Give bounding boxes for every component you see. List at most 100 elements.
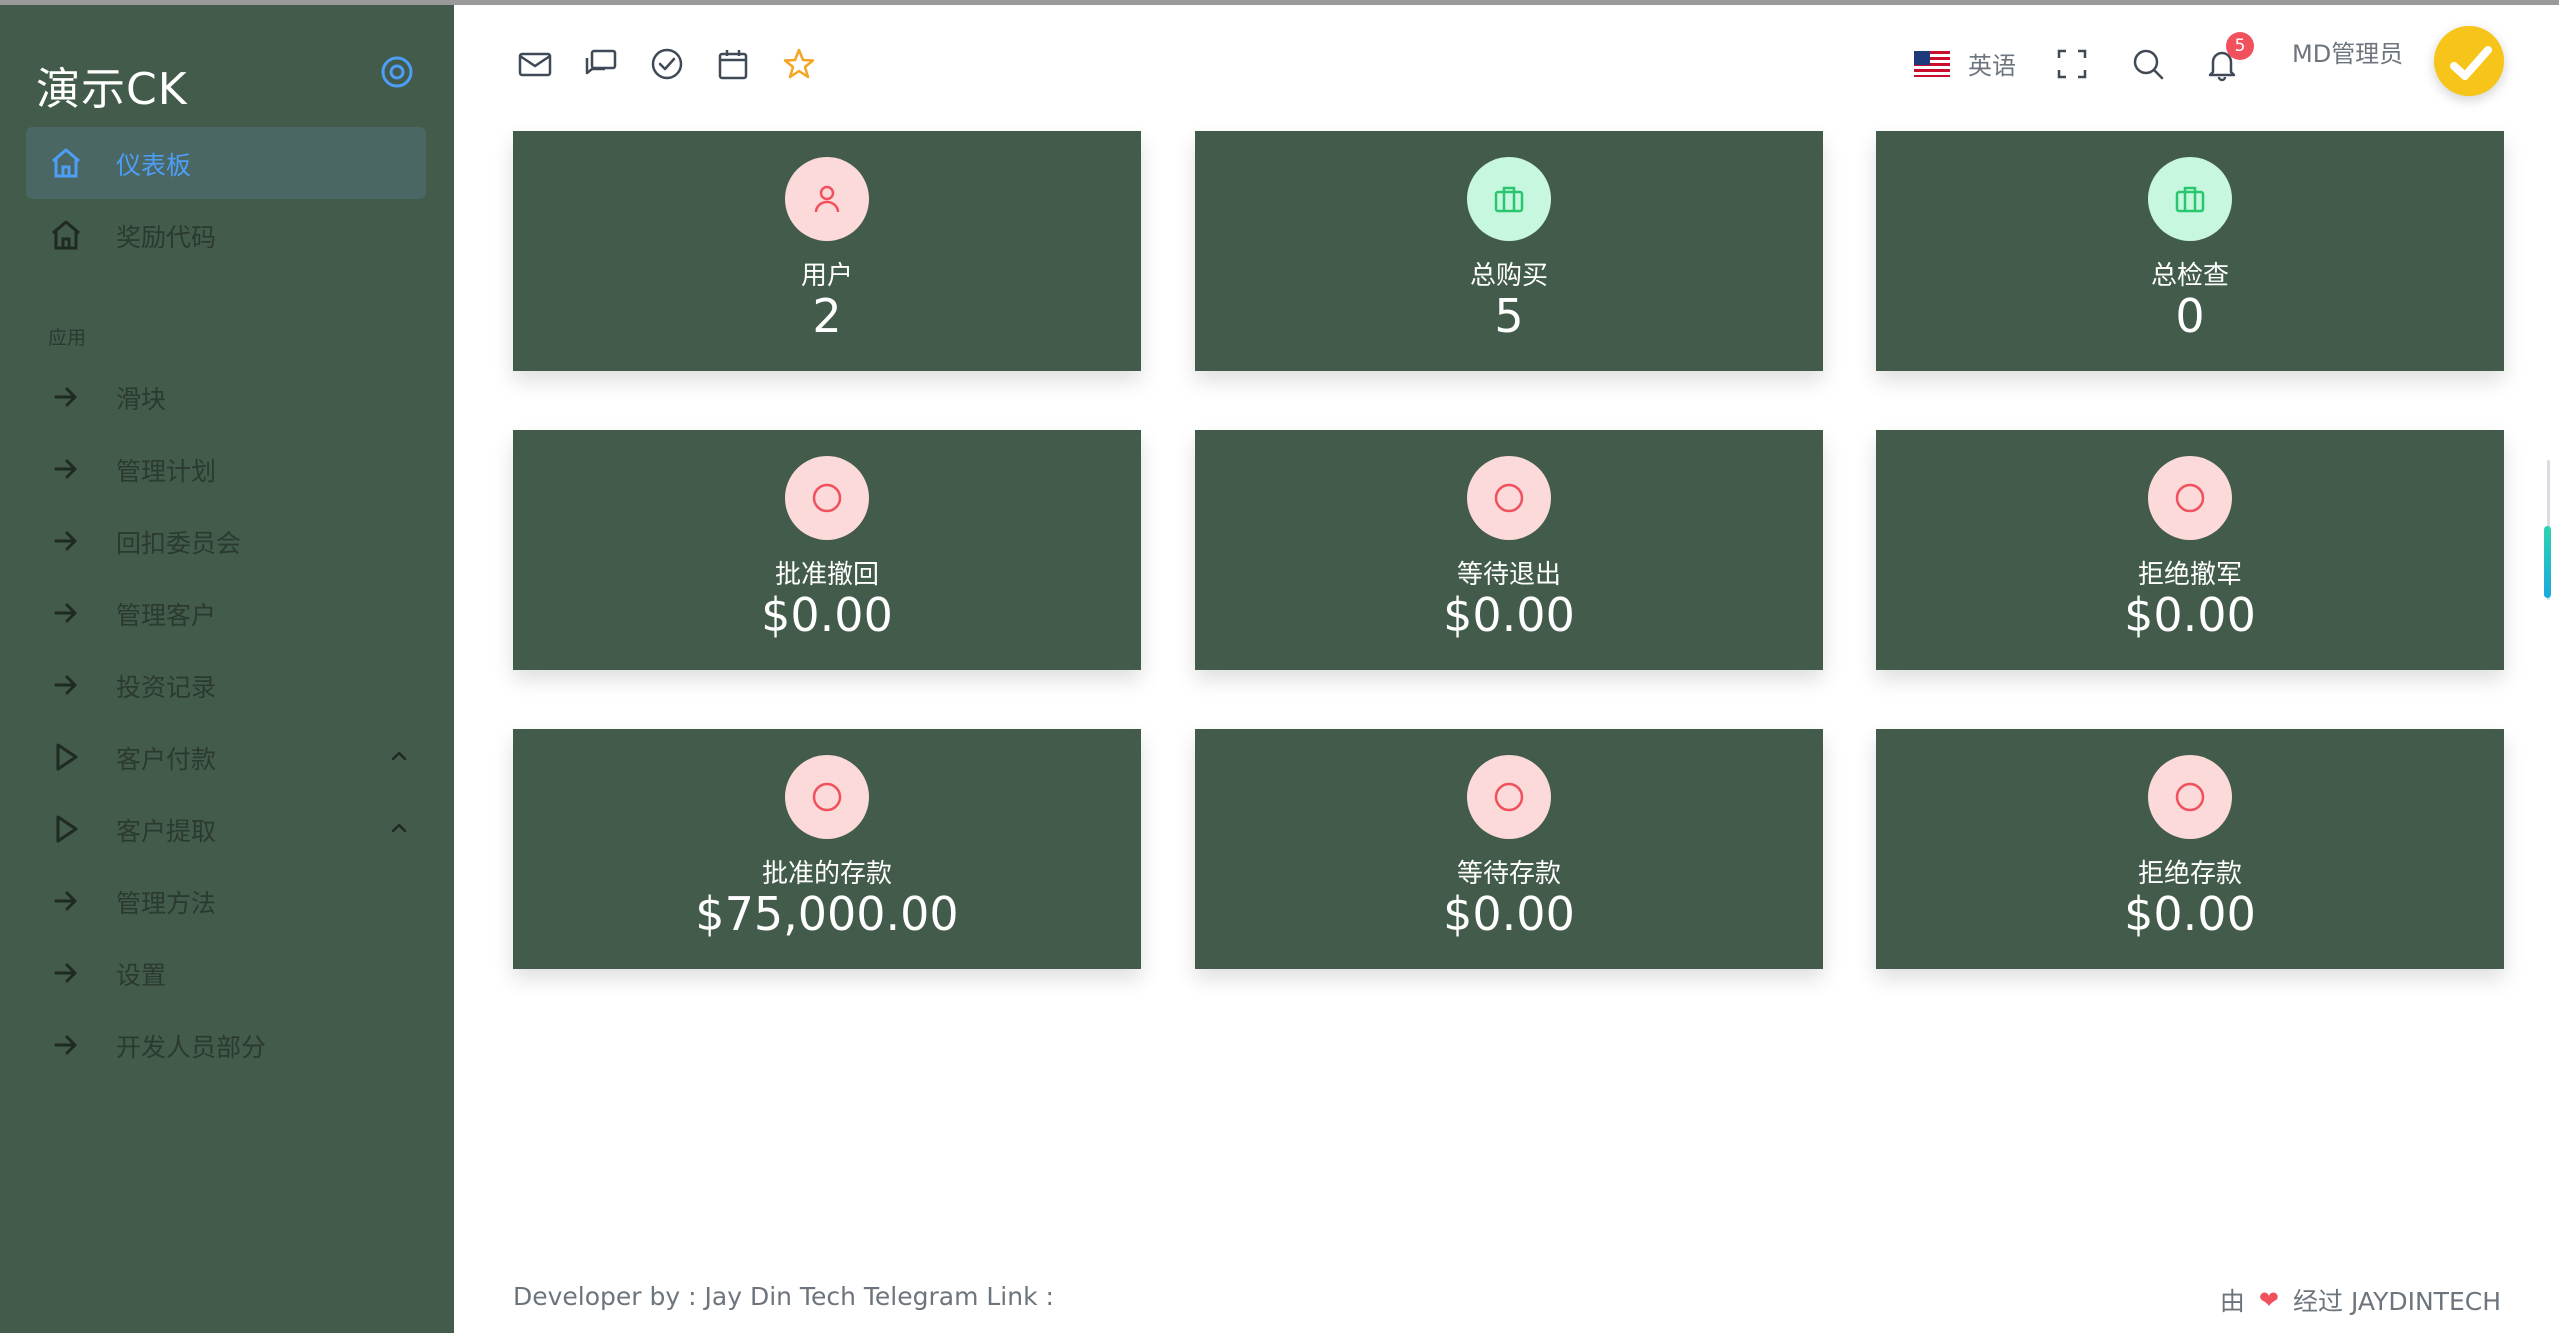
card-icon-circle [785, 755, 869, 839]
arrow-right-icon [54, 1035, 77, 1055]
sidebar-item-settings[interactable]: 设置 [26, 937, 426, 1009]
card-icon-circle [1467, 755, 1551, 839]
stat-card-pending-deposits[interactable]: 等待存款 $0.00 [1195, 729, 1823, 969]
card-icon-circle [1467, 157, 1551, 241]
play-icon [56, 743, 78, 771]
card-title: 等待退出 [1456, 560, 1561, 590]
circle-icon [812, 483, 842, 513]
card-value: $0.00 [2124, 588, 2256, 642]
sidebar-item-slider[interactable]: 滑块 [26, 361, 426, 433]
user-icon [814, 185, 840, 213]
card-title: 拒绝撤军 [2137, 560, 2242, 590]
stat-card-users[interactable]: 用户 2 [513, 131, 1141, 371]
card-icon-circle [785, 157, 869, 241]
stat-card-rejected-withdrawals[interactable]: 拒绝撤军 $0.00 [1876, 430, 2504, 670]
scrollbar-thumb[interactable] [2544, 526, 2551, 598]
user-name[interactable]: MD管理员 [2292, 34, 2403, 69]
sidebar-item-label: 管理计划 [116, 457, 217, 486]
sidebar-item-label: 奖励代码 [116, 223, 217, 252]
footer-suffix: 经过 JAYDINTECH [2293, 1287, 2501, 1316]
language-selector[interactable]: 英语 [1914, 46, 2016, 81]
card-title: 批准的存款 [761, 859, 892, 889]
card-value: 2 [812, 289, 842, 343]
card-icon-circle [1467, 456, 1551, 540]
arrow-right-icon [54, 531, 77, 551]
arrow-right-icon [54, 675, 77, 695]
arrow-right-icon [54, 891, 77, 911]
card-value: $0.00 [2124, 887, 2256, 941]
search-icon[interactable] [2130, 46, 2166, 82]
mail-icon[interactable] [517, 46, 553, 82]
card-title: 拒绝存款 [2137, 859, 2242, 889]
sidebar-item-label: 客户提取 [116, 817, 217, 846]
sidebar-item-rebate-committee[interactable]: 回扣委员会 [26, 505, 426, 577]
stat-card-approved-withdrawals[interactable]: 批准撤回 $0.00 [513, 430, 1141, 670]
sidebar-section-label: 应用 [48, 327, 87, 349]
sidebar-item-label: 仪表板 [116, 151, 192, 180]
briefcase-icon [1494, 186, 1524, 213]
calendar-icon[interactable] [715, 46, 751, 82]
sidebar-item-label: 回扣委员会 [116, 529, 242, 558]
sidebar-item-label: 客户付款 [116, 745, 217, 774]
star-icon[interactable] [781, 46, 817, 82]
card-title: 总购买 [1469, 261, 1548, 291]
sidebar-item-label: 管理客户 [116, 601, 217, 630]
footer-prefix: 由 [2219, 1287, 2245, 1316]
card-icon-circle [2148, 157, 2232, 241]
sidebar-item-label: 开发人员部分 [116, 1033, 267, 1062]
card-title: 批准撤回 [774, 560, 879, 590]
footer-developer-credit: Developer by : Jay Din Tech Telegram Lin… [513, 1282, 1054, 1311]
sidebar-item-manage-methods[interactable]: 管理方法 [26, 865, 426, 937]
arrow-right-icon [54, 963, 77, 983]
stat-card-total-checks[interactable]: 总检查 0 [1876, 131, 2504, 371]
briefcase-icon [2175, 186, 2205, 213]
circle-icon [1494, 483, 1524, 513]
avatar-check-icon [2434, 26, 2504, 96]
card-icon-circle [785, 456, 869, 540]
check-circle-icon[interactable] [649, 46, 685, 82]
circle-icon [812, 782, 842, 812]
notification-badge: 5 [2226, 32, 2254, 60]
card-value: $75,000.00 [695, 887, 959, 941]
play-icon [56, 815, 78, 843]
card-value: $0.00 [1443, 588, 1575, 642]
card-title: 等待存款 [1456, 859, 1561, 889]
language-label: 英语 [1968, 52, 2016, 80]
brand-title[interactable]: 演示CK [36, 53, 188, 117]
arrow-right-icon [54, 603, 77, 623]
stat-card-pending-withdrawals[interactable]: 等待退出 $0.00 [1195, 430, 1823, 670]
chevron-up-icon[interactable] [388, 745, 410, 767]
stat-card-approved-deposits[interactable]: 批准的存款 $75,000.00 [513, 729, 1141, 969]
circle-icon [1494, 782, 1524, 812]
sidebar: 演示CK 仪表板 奖励代码 应用 滑块 管理计划 回扣委员会 管理客户 投资记录… [0, 5, 454, 1333]
sidebar-item-customer-payments[interactable]: 客户付款 [26, 721, 426, 793]
sidebar-item-label: 滑块 [116, 385, 167, 414]
chevron-up-icon[interactable] [388, 817, 410, 839]
avatar[interactable] [2434, 26, 2504, 96]
sidebar-item-label: 管理方法 [116, 889, 217, 918]
card-value: 5 [1494, 289, 1524, 343]
sidebar-item-label: 投资记录 [116, 673, 217, 702]
chat-icon[interactable] [583, 46, 619, 82]
sidebar-item-label: 设置 [116, 961, 167, 990]
sidebar-item-customer-withdrawals[interactable]: 客户提取 [26, 793, 426, 865]
sidebar-item-bonus-code[interactable]: 奖励代码 [26, 199, 426, 271]
arrow-right-icon [54, 387, 77, 407]
home-icon [52, 148, 80, 178]
sidebar-item-manage-customers[interactable]: 管理客户 [26, 577, 426, 649]
card-icon-circle [2148, 755, 2232, 839]
sidebar-item-manage-plans[interactable]: 管理计划 [26, 433, 426, 505]
us-flag-icon [1914, 50, 1950, 77]
sidebar-toggle-icon[interactable] [380, 55, 414, 89]
stat-card-rejected-deposits[interactable]: 拒绝存款 $0.00 [1876, 729, 2504, 969]
card-title: 用户 [800, 261, 853, 291]
sidebar-item-investment-records[interactable]: 投资记录 [26, 649, 426, 721]
fullscreen-icon[interactable] [2054, 46, 2090, 82]
circle-icon [2175, 483, 2205, 513]
stat-card-total-purchases[interactable]: 总购买 5 [1195, 131, 1823, 371]
sidebar-item-dashboard[interactable]: 仪表板 [26, 127, 426, 199]
card-icon-circle [2148, 456, 2232, 540]
home-icon [52, 220, 80, 250]
sidebar-item-developer-section[interactable]: 开发人员部分 [26, 1009, 426, 1081]
card-title: 总检查 [2150, 261, 2229, 291]
